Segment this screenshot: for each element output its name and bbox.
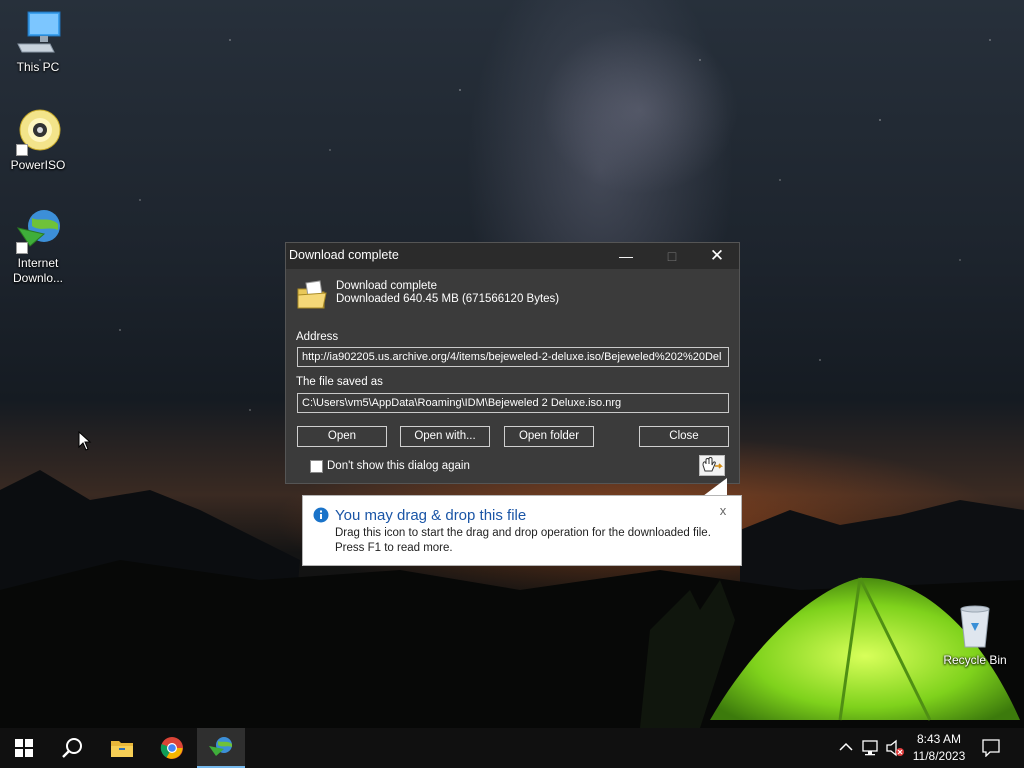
balloon-pointer	[703, 478, 727, 496]
taskbar-chrome[interactable]	[148, 728, 196, 768]
drag-drop-handle[interactable]	[699, 455, 725, 476]
desktop-icon-this-pc[interactable]: This PC	[0, 10, 76, 75]
dont-show-label[interactable]: Don't show this dialog again	[327, 460, 470, 472]
download-complete-dialog: Download complete — □ ✕ Download complet…	[285, 242, 740, 484]
minimize-button[interactable]: —	[603, 243, 649, 269]
taskbar-internet-download-manager[interactable]	[197, 728, 245, 768]
idm-globe-icon	[209, 737, 232, 756]
notifications-icon[interactable]	[982, 739, 1000, 757]
start-button[interactable]	[0, 728, 48, 768]
search-icon	[62, 738, 82, 758]
maximize-button: □	[649, 243, 695, 269]
drag-drop-tooltip: You may drag & drop this file x Drag thi…	[302, 495, 742, 566]
maximize-icon: □	[667, 248, 677, 264]
address-label: Address	[296, 331, 339, 343]
desktop-icon-label: Recycle Bin	[943, 653, 1007, 667]
windows-logo-icon	[15, 739, 33, 757]
dialog-title: Download complete	[289, 248, 399, 262]
desktop-icon-label: This PC	[16, 60, 60, 74]
recycle-bin-icon	[960, 605, 990, 648]
folder-document-icon	[297, 280, 327, 309]
clock-date[interactable]: 11/8/2023	[908, 749, 970, 763]
open-button[interactable]: Open	[297, 426, 387, 447]
saved-path-field[interactable]: C:\Users\vm5\AppData\Roaming\IDM\Bejewel…	[297, 393, 729, 413]
hand-drag-icon	[702, 457, 723, 472]
minimize-icon: —	[619, 248, 633, 264]
search-button[interactable]	[48, 728, 96, 768]
download-heading: Download complete	[336, 280, 438, 292]
info-icon	[313, 507, 329, 523]
taskbar-file-explorer[interactable]	[98, 728, 146, 768]
dialog-titlebar[interactable]: Download complete — □ ✕	[286, 243, 739, 269]
volume-muted-icon[interactable]	[885, 739, 905, 757]
taskbar: 8:43 AM 11/8/2023	[0, 728, 1024, 768]
dont-show-checkbox[interactable]	[310, 460, 323, 473]
desktop-icon-internet-download-manager[interactable]: Internet Downlo...	[0, 206, 76, 286]
shortcut-arrow-icon	[16, 144, 28, 156]
show-hidden-icons-chevron[interactable]	[839, 742, 853, 752]
monitor-icon	[17, 11, 61, 53]
close-button[interactable]: Close	[639, 426, 729, 447]
open-folder-button[interactable]: Open folder	[504, 426, 594, 447]
address-field[interactable]: http://ia902205.us.archive.org/4/items/b…	[297, 347, 729, 367]
chrome-icon	[160, 737, 183, 759]
desktop-icon-label: PowerISO	[10, 158, 66, 172]
open-with-button[interactable]: Open with...	[400, 426, 490, 447]
tooltip-body-line1: Drag this icon to start the drag and dro…	[335, 527, 711, 539]
saved-as-label: The file saved as	[296, 376, 383, 388]
tooltip-body-line2: Press F1 to read more.	[335, 542, 453, 554]
desktop-icon-poweriso[interactable]: PowerISO	[0, 108, 76, 173]
mouse-cursor-icon	[78, 431, 92, 451]
desktop-icon-recycle-bin[interactable]: Recycle Bin	[937, 603, 1013, 668]
download-summary: Downloaded 640.45 MB (671566120 Bytes)	[336, 293, 560, 305]
shortcut-arrow-icon	[16, 242, 28, 254]
network-icon[interactable]	[862, 740, 880, 756]
folder-icon	[111, 741, 133, 757]
desktop-icon-label: Internet Downlo...	[12, 256, 64, 285]
clock-time[interactable]: 8:43 AM	[908, 732, 970, 746]
close-window-button[interactable]: ✕	[694, 243, 740, 269]
tooltip-title: You may drag & drop this file	[335, 507, 527, 524]
close-icon: x	[719, 503, 727, 518]
close-icon: ✕	[709, 246, 725, 265]
tooltip-close-button[interactable]: x	[715, 504, 731, 520]
